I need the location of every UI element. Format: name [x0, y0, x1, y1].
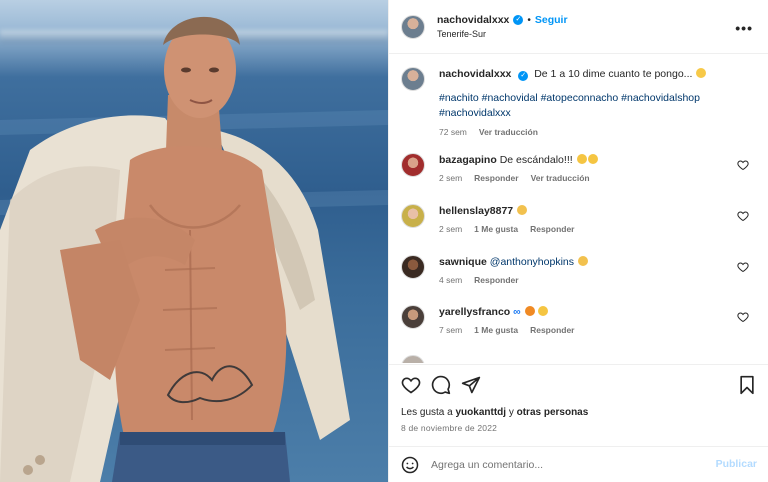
- comments-section: nachovidalxxx ✓ De 1 a 10 dime cuanto te…: [389, 55, 768, 363]
- comment-composer: Publicar: [389, 446, 768, 482]
- comment-time[interactable]: 7 sem: [439, 325, 462, 335]
- reply-button[interactable]: Responder: [474, 173, 518, 183]
- like-comment-heart-icon[interactable]: [737, 311, 749, 323]
- comment-time[interactable]: 2 sem: [439, 224, 462, 234]
- comment-mention[interactable]: @anthonyhopkins: [490, 256, 574, 268]
- fire-emoji-icon: [524, 306, 535, 316]
- post-photo[interactable]: [0, 0, 388, 482]
- liked-by-others[interactable]: otras personas: [517, 407, 589, 418]
- comment-text: De escándalo!!!: [499, 154, 573, 166]
- post-header: nachovidalxxx ✓ • Seguir Tenerife-Sur ••…: [389, 0, 768, 54]
- author-info: nachovidalxxx ✓ • Seguir Tenerife-Sur: [437, 14, 568, 39]
- reply-button[interactable]: Responder: [530, 325, 574, 335]
- comment-item-partial: [401, 355, 757, 363]
- like-heart-icon[interactable]: [401, 375, 421, 395]
- save-bookmark-icon[interactable]: [737, 375, 757, 395]
- verified-badge-icon: ✓: [518, 71, 529, 81]
- post-date[interactable]: 8 de noviembre de 2022: [401, 423, 497, 433]
- comment-likes-count[interactable]: 1 Me gusta: [474, 224, 518, 234]
- caption-hashtags[interactable]: #nachito #nachovidal #atopeconnacho #nac…: [439, 91, 749, 121]
- commenter-username[interactable]: hellenslay8877: [439, 205, 513, 217]
- instagram-post-modal: nachovidalxxx ✓ • Seguir Tenerife-Sur ••…: [0, 0, 768, 482]
- emoji-picker-icon[interactable]: [401, 456, 419, 474]
- likes-middle: y: [506, 407, 517, 418]
- share-send-icon[interactable]: [461, 375, 481, 395]
- reply-button[interactable]: Responder: [474, 275, 518, 285]
- commenter-avatar[interactable]: [401, 355, 425, 363]
- heart-eyes-emoji-icon: [587, 154, 598, 164]
- caption-username[interactable]: nachovidalxxx: [439, 68, 511, 80]
- comment-item: hellenslay8877 2 sem 1 Me gusta Responde…: [401, 204, 757, 234]
- see-translation-button[interactable]: Ver traducción: [479, 127, 538, 137]
- comment-time[interactable]: 2 sem: [439, 173, 462, 183]
- heart-eyes-emoji-icon: [538, 306, 549, 316]
- post-side-panel: nachovidalxxx ✓ • Seguir Tenerife-Sur ••…: [388, 0, 768, 482]
- raising-hands-emoji-icon: [517, 205, 528, 215]
- comment-item: bazagapino De escándalo!!! 2 sem Respond…: [401, 153, 757, 183]
- commenter-avatar[interactable]: [401, 153, 425, 177]
- see-translation-button[interactable]: Ver traducción: [531, 173, 590, 183]
- commenter-username[interactable]: sawnique: [439, 256, 487, 268]
- commenter-username[interactable]: yarellysfranco: [439, 306, 510, 318]
- commenter-avatar[interactable]: [401, 305, 425, 329]
- author-username[interactable]: nachovidalxxx: [437, 14, 509, 26]
- post-caption: nachovidalxxx ✓ De 1 a 10 dime cuanto te…: [389, 55, 768, 137]
- caption-time[interactable]: 72 sem: [439, 127, 467, 137]
- verified-badge-icon: ✓: [513, 15, 524, 25]
- man-in-jacket-illustration: [0, 16, 388, 482]
- comment-item: sawnique @anthonyhopkins 4 sem Responder: [401, 255, 757, 285]
- infinity-emoji-icon: ∞: [513, 306, 521, 318]
- comment-likes-count[interactable]: 1 Me gusta: [474, 325, 518, 335]
- tongue-emoji-icon: [696, 68, 707, 78]
- commenter-username[interactable]: bazagapino: [439, 154, 497, 166]
- comment-item: yarellysfranco ∞ 7 sem 1 Me gusta Respon…: [401, 305, 757, 335]
- reply-button[interactable]: Responder: [530, 224, 574, 234]
- post-location[interactable]: Tenerife-Sur: [437, 29, 568, 39]
- post-actions: Les gusta a yuokanttdj y otras personas …: [389, 364, 768, 454]
- commenter-avatar[interactable]: [401, 255, 425, 279]
- publish-button[interactable]: Publicar: [716, 458, 757, 470]
- caption-avatar[interactable]: [401, 67, 425, 91]
- like-comment-heart-icon[interactable]: [737, 159, 749, 171]
- author-avatar[interactable]: [401, 14, 425, 39]
- heart-eyes-emoji-icon: [576, 154, 587, 164]
- commenter-avatar[interactable]: [401, 204, 425, 228]
- raising-hands-emoji-icon: [577, 256, 588, 266]
- comment-input[interactable]: [431, 458, 701, 471]
- like-comment-heart-icon[interactable]: [737, 261, 749, 273]
- follow-button[interactable]: Seguir: [535, 14, 568, 26]
- caption-text: De 1 a 10 dime cuanto te pongo...: [534, 68, 693, 80]
- comment-time[interactable]: 4 sem: [439, 275, 462, 285]
- more-options-icon[interactable]: •••: [735, 20, 753, 36]
- like-comment-heart-icon[interactable]: [737, 210, 749, 222]
- likes-summary[interactable]: Les gusta a yuokanttdj y otras personas: [401, 407, 588, 418]
- liked-by-username[interactable]: yuokanttdj: [455, 407, 506, 418]
- comment-bubble-icon[interactable]: [431, 375, 451, 395]
- separator-dot: •: [527, 14, 531, 26]
- likes-prefix: Les gusta a: [401, 407, 456, 418]
